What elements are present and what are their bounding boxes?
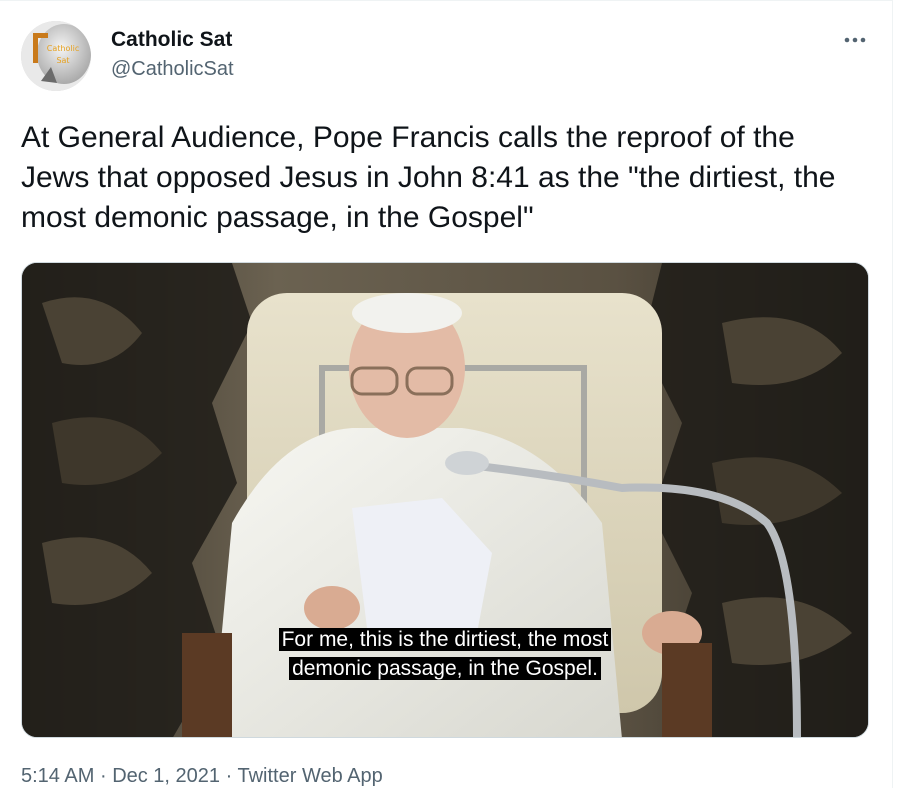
tweet-time[interactable]: 5:14 AM (21, 765, 94, 787)
tweet-card: Catholic Sat Catholic Sat @CatholicSat A… (0, 0, 893, 788)
satellite-dish-logo-icon: Catholic Sat (21, 21, 91, 91)
caption-line-2: demonic passage, in the Gospel. (289, 657, 601, 680)
video-caption: For me, this is the dirtiest, the most d… (22, 625, 868, 683)
more-horizontal-icon (844, 37, 866, 43)
tweet-media-image[interactable]: For me, this is the dirtiest, the most d… (21, 262, 869, 738)
avatar-text-1: Catholic (47, 44, 79, 53)
tweet-source-link[interactable]: Twitter Web App (237, 765, 382, 787)
caption-line-1: For me, this is the dirtiest, the most (278, 628, 612, 651)
more-options-button[interactable] (838, 25, 872, 55)
tweet-date[interactable]: Dec 1, 2021 (112, 765, 220, 787)
author-handle[interactable]: @CatholicSat (111, 58, 234, 81)
tweet-meta: 5:14 AM · Dec 1, 2021 · Twitter Web App (21, 765, 383, 788)
avatar[interactable]: Catholic Sat (21, 21, 91, 91)
author-display-name[interactable]: Catholic Sat (111, 28, 232, 52)
meta-separator: · (99, 765, 107, 787)
meta-separator-2: · (225, 765, 233, 787)
tweet-text: At General Audience, Pope Francis calls … (21, 121, 836, 234)
avatar-text-2: Sat (56, 56, 69, 65)
